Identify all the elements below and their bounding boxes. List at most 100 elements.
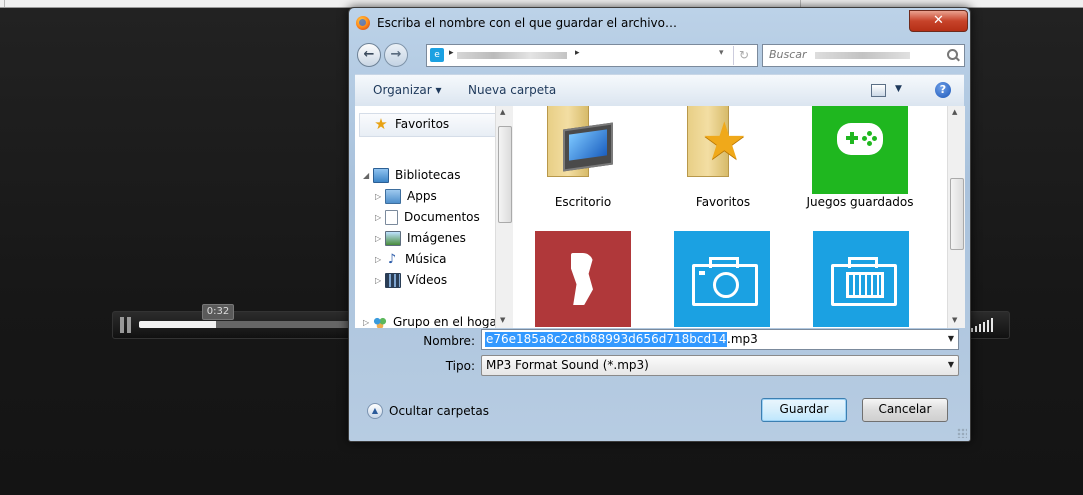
documents-library-icon bbox=[385, 209, 398, 225]
search-placeholder: Buscar bbox=[769, 48, 807, 61]
nav-item-label: Imágenes bbox=[407, 231, 466, 245]
breadcrumb-arrow-icon[interactable]: ▸ bbox=[449, 48, 454, 58]
command-toolbar: Organizar ▾ Nueva carpeta ▼ ? bbox=[355, 74, 964, 107]
chevron-down-icon: ▼ bbox=[947, 360, 954, 369]
view-options-icon[interactable]: ▼ bbox=[895, 84, 902, 94]
filename-selected-text: e76e185a8c2c8b88993d656d718bcd14 bbox=[485, 332, 728, 347]
nav-item-apps[interactable]: ▷ Apps bbox=[375, 186, 437, 206]
progress-bar[interactable] bbox=[139, 321, 359, 328]
filename-extension: .mp3 bbox=[727, 332, 758, 346]
search-icon[interactable] bbox=[946, 48, 960, 62]
nav-scrollbar[interactable]: ▲ ▼ bbox=[495, 106, 513, 328]
save-file-dialog: Escriba el nombre con el que guardar el … bbox=[348, 7, 971, 442]
content-area: ★ Favoritos ◢ Bibliotecas ▷ Apps ▷ Docum… bbox=[355, 106, 965, 328]
new-folder-button[interactable]: Nueva carpeta bbox=[468, 83, 556, 97]
expand-arrow-icon[interactable]: ▷ bbox=[375, 234, 385, 243]
expand-arrow-icon[interactable]: ▷ bbox=[375, 255, 385, 264]
red-document-icon bbox=[571, 253, 593, 305]
film-icon bbox=[831, 257, 897, 306]
nav-item-label: Apps bbox=[407, 189, 437, 203]
filename-input[interactable]: e76e185a8c2c8b88993d656d718bcd14 .mp3 ▼ bbox=[481, 329, 959, 350]
help-icon[interactable]: ? bbox=[935, 82, 951, 98]
navigation-row: ← → e ▸ ▸ ▾ ↻ Buscar bbox=[354, 42, 965, 68]
navigation-pane: ★ Favoritos ◢ Bibliotecas ▷ Apps ▷ Docum… bbox=[355, 106, 513, 328]
chevron-down-icon[interactable]: ▼ bbox=[948, 334, 954, 343]
breadcrumb-arrow-icon[interactable]: ▸ bbox=[575, 48, 580, 58]
star-icon: ★ bbox=[374, 114, 388, 133]
close-button[interactable]: ✕ bbox=[909, 10, 968, 32]
filetype-label: Tipo: bbox=[445, 359, 475, 373]
nav-item-videos[interactable]: ▷ Vídeos bbox=[375, 270, 447, 290]
change-view-icon[interactable] bbox=[871, 84, 886, 97]
nav-item-pictures[interactable]: ▷ Imágenes bbox=[375, 228, 466, 248]
hide-folders-toggle[interactable]: ▲ Ocultar carpetas bbox=[367, 403, 489, 419]
scroll-up-icon[interactable]: ▲ bbox=[952, 108, 957, 116]
pause-icon[interactable] bbox=[120, 317, 132, 333]
file-item-label: Juegos guardados bbox=[806, 195, 914, 209]
organize-button[interactable]: Organizar ▾ bbox=[373, 83, 442, 97]
expand-arrow-icon[interactable]: ▷ bbox=[363, 318, 373, 327]
camera-icon bbox=[692, 257, 758, 306]
apps-library-icon bbox=[385, 188, 401, 204]
file-item-document[interactable] bbox=[535, 231, 631, 327]
file-list: Escritorio ★ Favoritos Juegos guardados bbox=[515, 106, 945, 328]
nav-item-favorites[interactable]: ★ Favoritos bbox=[373, 114, 449, 134]
strip-divider bbox=[800, 0, 801, 7]
nav-item-libraries[interactable]: ◢ Bibliotecas bbox=[363, 165, 460, 185]
videos-library-icon bbox=[385, 272, 401, 288]
pictures-library-icon bbox=[385, 230, 401, 246]
scroll-down-icon[interactable]: ▼ bbox=[500, 316, 505, 324]
volume-icon[interactable] bbox=[971, 318, 999, 332]
file-item-videos[interactable] bbox=[813, 231, 909, 327]
nav-item-label: Documentos bbox=[404, 210, 480, 224]
hide-folders-label: Ocultar carpetas bbox=[389, 404, 489, 418]
redacted-search-scope bbox=[815, 52, 910, 59]
nav-item-label: Grupo en el hogar bbox=[393, 315, 502, 328]
music-library-icon: ♪ bbox=[387, 251, 397, 267]
strip-divider bbox=[4, 0, 5, 7]
expanded-arrow-icon[interactable]: ◢ bbox=[363, 171, 373, 180]
address-history-icon[interactable]: ▾ bbox=[719, 48, 724, 58]
file-item-desktop[interactable] bbox=[535, 106, 631, 194]
scroll-up-icon[interactable]: ▲ bbox=[500, 108, 505, 116]
homegroup-icon bbox=[373, 315, 387, 328]
filename-label: Nombre: bbox=[423, 334, 475, 348]
nav-item-label: Favoritos bbox=[395, 117, 450, 131]
nav-item-music[interactable]: ▷ ♪ Música bbox=[375, 249, 447, 269]
expand-arrow-icon[interactable]: ▷ bbox=[375, 192, 385, 201]
desktop-folder-icon bbox=[547, 106, 615, 177]
save-button[interactable]: Guardar bbox=[761, 398, 847, 422]
file-item-pictures[interactable] bbox=[674, 231, 770, 327]
resize-grip[interactable] bbox=[957, 428, 967, 438]
expand-arrow-icon[interactable]: ▷ bbox=[375, 276, 385, 285]
address-bar[interactable]: e ▸ ▸ ▾ ↻ bbox=[426, 44, 758, 67]
redacted-path bbox=[457, 52, 567, 59]
favorites-folder-icon: ★ bbox=[687, 106, 755, 177]
xbox-controller-icon bbox=[837, 123, 883, 155]
file-item-favorites[interactable]: ★ bbox=[675, 106, 771, 194]
location-icon: e bbox=[430, 48, 444, 62]
nav-scroll-thumb[interactable] bbox=[498, 126, 512, 223]
time-tooltip: 0:32 bbox=[202, 304, 234, 320]
chevron-up-icon: ▲ bbox=[367, 403, 383, 419]
file-scroll-thumb[interactable] bbox=[950, 178, 964, 250]
dialog-titlebar[interactable]: Escriba el nombre con el que guardar el … bbox=[349, 8, 970, 38]
back-button[interactable]: ← bbox=[357, 43, 381, 67]
cancel-button[interactable]: Cancelar bbox=[862, 398, 948, 422]
search-box[interactable]: Buscar bbox=[762, 44, 965, 67]
filetype-select[interactable]: MP3 Format Sound (*.mp3) ▼ bbox=[481, 355, 959, 376]
forward-button[interactable]: → bbox=[384, 43, 408, 67]
refresh-icon[interactable]: ↻ bbox=[733, 46, 754, 65]
libraries-icon bbox=[373, 167, 389, 183]
file-list-scrollbar[interactable]: ▲ ▼ bbox=[947, 106, 965, 328]
file-item-label: Favoritos bbox=[695, 195, 751, 209]
scroll-down-icon[interactable]: ▼ bbox=[952, 316, 957, 324]
nav-item-label: Bibliotecas bbox=[395, 168, 461, 182]
expand-arrow-icon[interactable]: ▷ bbox=[375, 213, 385, 222]
filetype-value: MP3 Format Sound (*.mp3) bbox=[486, 358, 649, 372]
nav-item-label: Vídeos bbox=[407, 273, 448, 287]
nav-item-documents[interactable]: ▷ Documentos bbox=[375, 207, 480, 227]
file-item-saved-games[interactable] bbox=[812, 106, 908, 194]
file-item-label: Escritorio bbox=[554, 195, 612, 209]
nav-item-homegroup[interactable]: ▷ Grupo en el hogar bbox=[363, 312, 502, 328]
